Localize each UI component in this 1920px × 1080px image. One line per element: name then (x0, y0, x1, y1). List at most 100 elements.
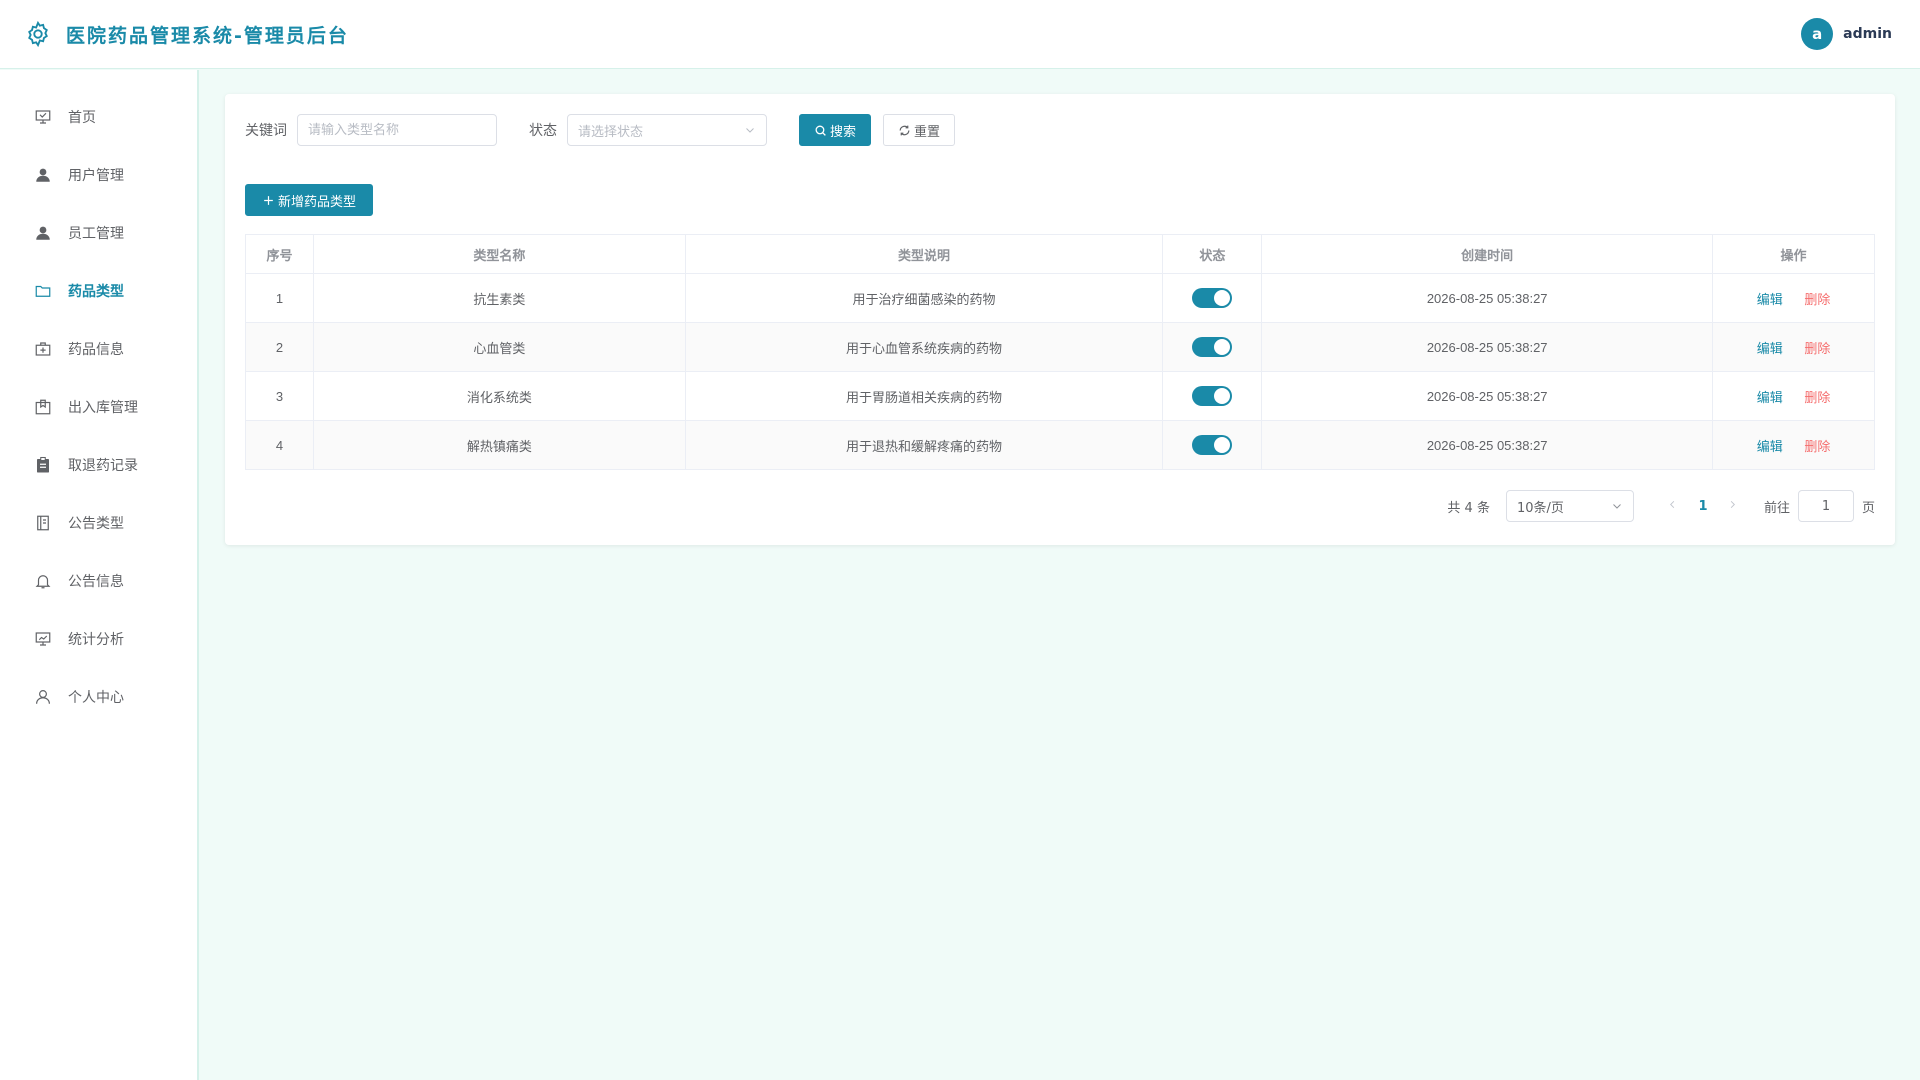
keyword-input[interactable] (297, 114, 497, 146)
sidebar-item-label: 公告类型 (68, 516, 124, 532)
toolbar: 新增药品类型 (245, 184, 1875, 216)
top-header: 医院药品管理系统-管理员后台 a admin (0, 0, 1920, 69)
status-select[interactable]: 请选择状态 (567, 114, 767, 146)
edit-button[interactable]: 编辑 (1757, 390, 1783, 405)
delete-button[interactable]: 删除 (1804, 390, 1830, 405)
sidebar-item-dispense-records[interactable]: 取退药记录 (0, 436, 197, 494)
add-drug-type-button[interactable]: 新增药品类型 (245, 184, 374, 216)
goto-page-input[interactable] (1797, 490, 1854, 522)
cell-actions: 编辑 删除 (1712, 273, 1875, 323)
sidebar-item-label: 药品信息 (68, 342, 124, 358)
cell-name: 消化系统类 (312, 371, 686, 421)
next-page-button[interactable] (1718, 499, 1748, 514)
reset-button[interactable]: 重置 (883, 114, 956, 146)
status-toggle[interactable] (1192, 288, 1233, 308)
table-row: 1 抗生素类 用于治疗细菌感染的药物 2026-08-25 05:38:27 编… (245, 273, 1875, 323)
status-toggle[interactable] (1192, 386, 1233, 406)
avatar[interactable]: a (1801, 18, 1834, 50)
sidebar-item-label: 统计分析 (68, 632, 124, 648)
sidebar-item-drug-types[interactable]: 药品类型 (0, 262, 197, 320)
chevron-right-icon (1731, 500, 1736, 508)
page-unit-label: 页 (1861, 500, 1875, 516)
chevron-down-icon (1613, 504, 1621, 509)
data-board-icon (34, 630, 52, 648)
cell-description: 用于心血管系统疾病的药物 (684, 322, 1164, 372)
keyword-label: 关键词 (245, 123, 287, 139)
cell-description: 用于胃肠道相关疾病的药物 (684, 371, 1164, 421)
cell-name: 解热镇痛类 (312, 420, 686, 470)
pagination: 共 4 条 10条/页 1 前往 页 (1447, 490, 1875, 522)
user-outline-icon (34, 688, 52, 706)
content-card: 关键词 状态 请选择状态 搜索 重置 新增药品类型 序号 类型名称 (225, 94, 1895, 545)
column-header-name: 类型名称 (312, 234, 686, 274)
reset-button-label: 重置 (914, 124, 941, 140)
cell-status (1162, 371, 1263, 421)
search-button-label: 搜索 (830, 124, 857, 140)
search-button[interactable]: 搜索 (799, 114, 872, 146)
sidebar-item-statistics[interactable]: 统计分析 (0, 610, 197, 668)
sidebar-item-label: 出入库管理 (68, 400, 138, 416)
cell-index: 1 (245, 273, 314, 323)
sidebar-item-label: 公告信息 (68, 574, 124, 590)
cell-created: 2026-08-25 05:38:27 (1261, 273, 1714, 323)
cell-actions: 编辑 删除 (1712, 371, 1875, 421)
cell-created: 2026-08-25 05:38:27 (1261, 420, 1714, 470)
cell-name: 抗生素类 (312, 273, 686, 323)
sidebar-item-inventory[interactable]: 出入库管理 (0, 378, 197, 436)
sidebar-item-users[interactable]: 用户管理 (0, 146, 197, 204)
cell-name: 心血管类 (312, 322, 686, 372)
status-select-placeholder: 请选择状态 (578, 124, 644, 140)
plus-icon (264, 195, 273, 205)
cell-index: 2 (245, 322, 314, 372)
sidebar-item-notice-types[interactable]: 公告类型 (0, 494, 197, 552)
sidebar-item-staff[interactable]: 员工管理 (0, 204, 197, 262)
box-icon (34, 398, 52, 416)
page-size-select[interactable]: 10条/页 (1505, 490, 1634, 522)
status-toggle[interactable] (1192, 435, 1233, 455)
sidebar-item-notices[interactable]: 公告信息 (0, 552, 197, 610)
notebook-icon (34, 514, 52, 532)
first-aid-kit-icon (34, 340, 52, 358)
sidebar-item-home[interactable]: 首页 (0, 88, 197, 146)
username[interactable]: admin (1843, 26, 1892, 42)
cell-description: 用于治疗细菌感染的药物 (684, 273, 1164, 323)
sidebar-item-label: 员工管理 (68, 226, 124, 242)
delete-button[interactable]: 删除 (1804, 439, 1830, 454)
page-size-value: 10条/页 (1516, 500, 1564, 516)
cell-created: 2026-08-25 05:38:27 (1261, 322, 1714, 372)
user-solid-icon (34, 224, 52, 242)
edit-button[interactable]: 编辑 (1757, 439, 1783, 454)
column-header-status: 状态 (1162, 234, 1263, 274)
table-row: 3 消化系统类 用于胃肠道相关疾病的药物 2026-08-25 05:38:27… (245, 371, 1875, 421)
status-label: 状态 (529, 123, 557, 139)
page-number-current[interactable]: 1 (1688, 499, 1718, 514)
delete-button[interactable]: 删除 (1804, 341, 1830, 356)
search-icon (815, 125, 826, 136)
delete-button[interactable]: 删除 (1804, 292, 1830, 307)
table-row: 4 解热镇痛类 用于退热和缓解疼痛的药物 2026-08-25 05:38:27… (245, 420, 1875, 470)
status-toggle[interactable] (1192, 337, 1233, 357)
drug-types-table: 序号 类型名称 类型说明 状态 创建时间 操作 1 抗生素类 用于治疗细菌感染的… (245, 234, 1875, 470)
cell-status (1162, 420, 1263, 470)
cell-status (1162, 273, 1263, 323)
sidebar-item-drug-info[interactable]: 药品信息 (0, 320, 197, 378)
search-form: 关键词 状态 请选择状态 搜索 重置 (245, 114, 1875, 146)
presentation-icon (34, 108, 52, 126)
column-header-index: 序号 (245, 234, 314, 274)
prev-page-button[interactable] (1658, 499, 1688, 514)
sidebar-item-label: 用户管理 (68, 168, 124, 184)
cell-status (1162, 322, 1263, 372)
cell-created: 2026-08-25 05:38:27 (1261, 371, 1714, 421)
cell-actions: 编辑 删除 (1712, 322, 1875, 372)
edit-button[interactable]: 编辑 (1757, 292, 1783, 307)
sidebar-item-label: 药品类型 (68, 284, 124, 300)
chevron-left-icon (1670, 500, 1675, 508)
cell-index: 3 (245, 371, 314, 421)
cell-index: 4 (245, 420, 314, 470)
table-header-row: 序号 类型名称 类型说明 状态 创建时间 操作 (245, 234, 1875, 274)
sidebar-item-profile[interactable]: 个人中心 (0, 668, 197, 726)
refresh-icon (899, 125, 910, 135)
column-header-description: 类型说明 (684, 234, 1164, 274)
user-menu[interactable]: a admin (1801, 18, 1892, 50)
edit-button[interactable]: 编辑 (1757, 341, 1783, 356)
